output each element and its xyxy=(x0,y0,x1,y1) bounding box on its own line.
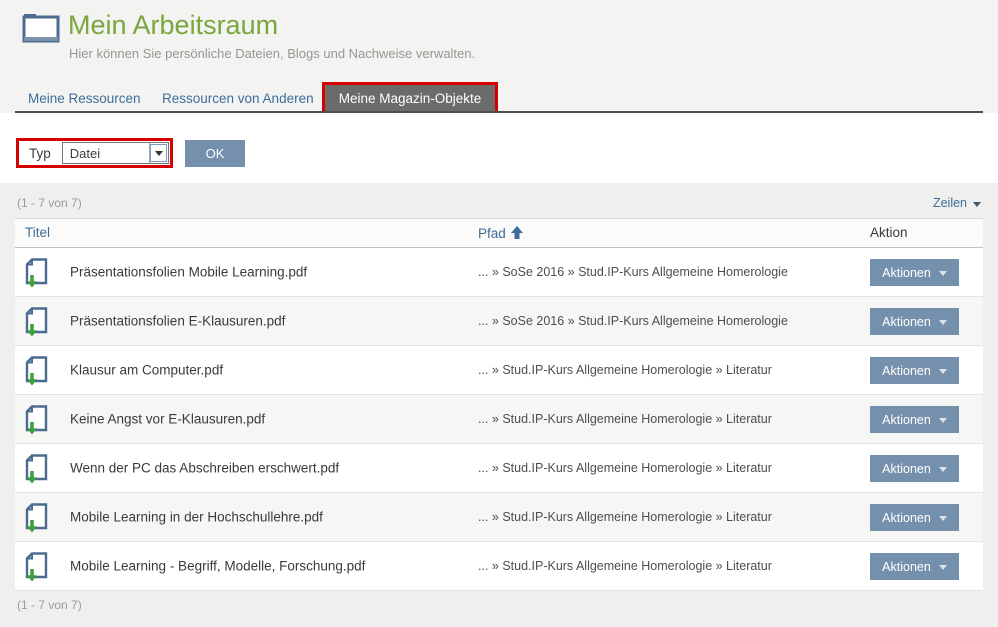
file-title[interactable]: Präsentationsfolien E-Klausuren.pdf xyxy=(70,314,285,329)
chevron-down-icon xyxy=(973,202,981,207)
files-table: Titel Pfad Aktion Präsentationsfolien Mo… xyxy=(15,218,983,591)
file-title[interactable]: Wenn der PC das Abschreiben erschwert.pd… xyxy=(70,461,339,476)
chevron-down-icon xyxy=(939,320,947,325)
page-subtitle: Hier können Sie persönliche Dateien, Blo… xyxy=(69,46,475,61)
filter-section: Typ Datei OK xyxy=(0,113,998,183)
aktionen-button-label: Aktionen xyxy=(882,315,931,329)
aktionen-button[interactable]: Aktionen xyxy=(870,553,959,580)
file-download-icon[interactable] xyxy=(25,356,48,391)
workspace-page: Mein Arbeitsraum Hier können Sie persönl… xyxy=(0,0,998,627)
file-path[interactable]: ... » Stud.IP-Kurs Allgemeine Homerologi… xyxy=(478,363,772,377)
table-row: Keine Angst vor E-Klausuren.pdf ... » St… xyxy=(15,395,983,444)
aktionen-button[interactable]: Aktionen xyxy=(870,406,959,433)
aktionen-button-label: Aktionen xyxy=(882,560,931,574)
tab-meine-magazin-objekte[interactable]: Meine Magazin-Objekte xyxy=(325,85,495,112)
table-row: Klausur am Computer.pdf ... » Stud.IP-Ku… xyxy=(15,346,983,395)
column-header-aktion: Aktion xyxy=(870,225,908,240)
file-path[interactable]: ... » Stud.IP-Kurs Allgemeine Homerologi… xyxy=(478,559,772,573)
type-select-dropdown-button[interactable] xyxy=(149,143,168,163)
aktionen-button[interactable]: Aktionen xyxy=(870,504,959,531)
aktionen-button-label: Aktionen xyxy=(882,364,931,378)
file-path[interactable]: ... » Stud.IP-Kurs Allgemeine Homerologi… xyxy=(478,510,772,524)
aktionen-button-label: Aktionen xyxy=(882,462,931,476)
type-select-value: Datei xyxy=(70,146,100,161)
tab-ressourcen-von-anderen[interactable]: Ressourcen von Anderen xyxy=(162,91,314,106)
chevron-down-icon xyxy=(939,369,947,374)
file-download-icon[interactable] xyxy=(25,258,48,293)
file-title[interactable]: Mobile Learning in der Hochschullehre.pd… xyxy=(70,510,323,525)
aktionen-button[interactable]: Aktionen xyxy=(870,357,959,384)
table-header-row: Titel Pfad Aktion xyxy=(15,218,983,248)
file-path[interactable]: ... » SoSe 2016 » Stud.IP-Kurs Allgemein… xyxy=(478,314,788,328)
type-filter-label: Typ xyxy=(29,146,51,161)
chevron-down-icon xyxy=(155,151,163,156)
page-title: Mein Arbeitsraum xyxy=(68,10,278,41)
pagination-bottom: (1 - 7 von 7) xyxy=(17,598,82,612)
pagination-top: (1 - 7 von 7) xyxy=(17,196,82,210)
ok-button[interactable]: OK xyxy=(185,140,245,167)
file-title[interactable]: Mobile Learning - Begriff, Modelle, Fors… xyxy=(70,559,365,574)
table-row: Präsentationsfolien E-Klausuren.pdf ... … xyxy=(15,297,983,346)
file-title[interactable]: Präsentationsfolien Mobile Learning.pdf xyxy=(70,265,307,280)
file-title[interactable]: Klausur am Computer.pdf xyxy=(70,363,223,378)
chevron-down-icon xyxy=(939,516,947,521)
tab-meine-ressourcen[interactable]: Meine Ressourcen xyxy=(28,91,141,106)
table-row: Mobile Learning in der Hochschullehre.pd… xyxy=(15,493,983,542)
rows-per-page-control[interactable]: Zeilen xyxy=(933,196,981,210)
column-header-pfad[interactable]: Pfad xyxy=(478,225,523,242)
file-download-icon[interactable] xyxy=(25,454,48,489)
file-download-icon[interactable] xyxy=(25,552,48,587)
rows-per-page-label: Zeilen xyxy=(933,196,967,210)
aktionen-button[interactable]: Aktionen xyxy=(870,308,959,335)
column-header-titel[interactable]: Titel xyxy=(25,225,50,240)
aktionen-button-label: Aktionen xyxy=(882,511,931,525)
page-header: Mein Arbeitsraum Hier können Sie persönl… xyxy=(0,0,998,113)
chevron-down-icon xyxy=(939,467,947,472)
table-row: Wenn der PC das Abschreiben erschwert.pd… xyxy=(15,444,983,493)
file-path[interactable]: ... » Stud.IP-Kurs Allgemeine Homerologi… xyxy=(478,412,772,426)
type-filter-annotation-box: Typ Datei xyxy=(16,138,173,168)
file-path[interactable]: ... » Stud.IP-Kurs Allgemeine Homerologi… xyxy=(478,461,772,475)
table-row: Mobile Learning - Begriff, Modelle, Fors… xyxy=(15,542,983,591)
chevron-down-icon xyxy=(939,565,947,570)
file-path[interactable]: ... » SoSe 2016 » Stud.IP-Kurs Allgemein… xyxy=(478,265,788,279)
aktionen-button[interactable]: Aktionen xyxy=(870,455,959,482)
folder-icon xyxy=(22,11,60,48)
aktionen-button-label: Aktionen xyxy=(882,413,931,427)
chevron-down-icon xyxy=(939,418,947,423)
file-download-icon[interactable] xyxy=(25,307,48,342)
table-row: Präsentationsfolien Mobile Learning.pdf … xyxy=(15,248,983,297)
file-download-icon[interactable] xyxy=(25,405,48,440)
aktionen-button[interactable]: Aktionen xyxy=(870,259,959,286)
type-select[interactable]: Datei xyxy=(62,142,169,164)
table-body: Präsentationsfolien Mobile Learning.pdf … xyxy=(15,248,983,591)
aktionen-button-label: Aktionen xyxy=(882,266,931,280)
file-download-icon[interactable] xyxy=(25,503,48,538)
sort-ascending-icon xyxy=(511,226,523,242)
file-title[interactable]: Keine Angst vor E-Klausuren.pdf xyxy=(70,412,265,427)
chevron-down-icon xyxy=(939,271,947,276)
